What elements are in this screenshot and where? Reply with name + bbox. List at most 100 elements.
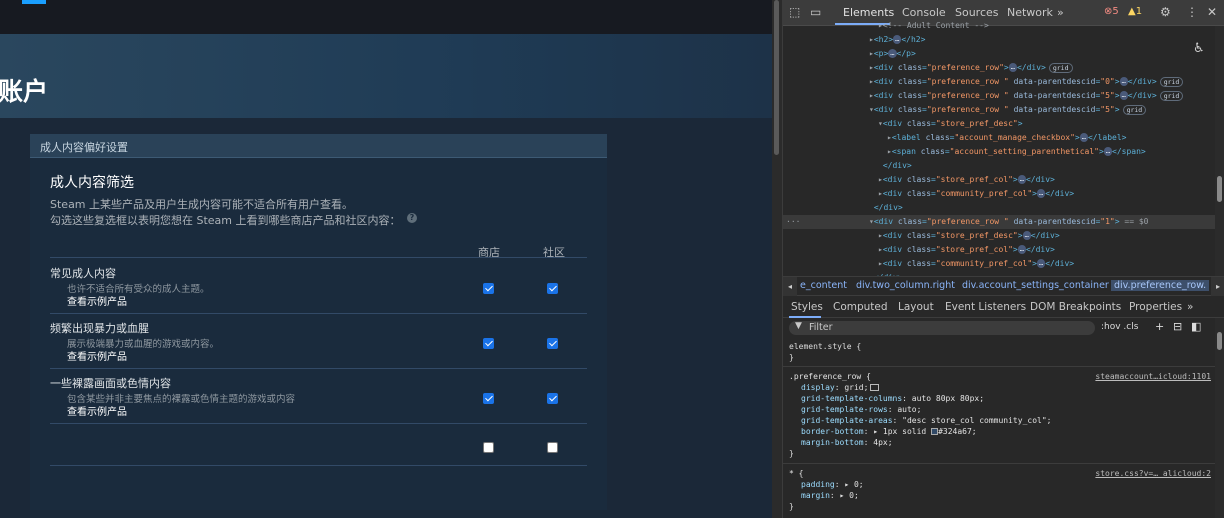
steam-page: 账户 成人内容偏好设置 成人内容筛选 Steam 上某些产品及用户生成内容可能不… [0,0,772,518]
grid-editor-icon[interactable] [870,384,880,391]
new-rule-icon[interactable]: + [1155,320,1164,333]
styles-scrollbar[interactable] [1215,318,1224,518]
css-declaration[interactable]: grid-template-rows: auto; [801,404,921,415]
view-examples-link[interactable]: 查看示例产品 [67,293,127,308]
page-scrollbar[interactable] [772,0,782,518]
dom-tree-scrollbar[interactable] [1215,26,1224,276]
breadcrumb: ◂ e_content div.two_column.right div.acc… [783,276,1224,296]
tab-properties[interactable]: Properties [1129,301,1182,313]
dom-node[interactable]: ▸<div class="preference_row " data-paren… [783,89,1215,103]
close-icon[interactable]: ✕ [1207,5,1217,19]
warning-count-badge[interactable]: ▲1 [1128,6,1142,17]
css-declaration[interactable]: grid-template-areas: "desc store_col com… [801,415,1051,426]
device-toolbar-icon[interactable]: ▭ [810,5,821,19]
rule-selector[interactable]: .preference_row { [789,372,871,381]
styles-scrollbar-thumb[interactable] [1217,332,1222,350]
section-description-1: Steam 上某些产品及用户生成内容可能不适合所有用户查看。 [50,198,354,211]
inspect-element-icon[interactable]: ⬚ [789,5,800,19]
dom-node[interactable]: ▾<div class="preference_row " data-paren… [783,103,1215,117]
tab-dom-breakpoints[interactable]: DOM Breakpoints [1030,301,1121,313]
dom-node[interactable]: ▸<div class="store_pref_col">… </div> [783,243,1215,257]
css-declaration[interactable]: display: grid; [801,382,880,393]
checkbox-store-row-0[interactable] [483,283,494,294]
rule-source-link[interactable]: store.css?v=…_alicloud:2 [1095,468,1211,479]
dom-node[interactable]: ▸<span class="account_setting_parentheti… [783,145,1215,159]
breadcrumb-item[interactable]: div.two_column.right [856,280,955,291]
dom-node[interactable]: </div> [783,159,1215,173]
warning-count: 1 [1135,6,1143,17]
dom-node[interactable]: </div> [783,201,1215,215]
devtools-panel: ⬚ ▭ Elements Console Sources Network » ⊗… [782,0,1224,518]
row-title: 常见成人内容 [50,267,116,280]
steam-logo-icon[interactable] [22,0,46,4]
row-title: 一些裸露画面或色情内容 [50,377,171,390]
dom-node[interactable]: ▸<div class="store_pref_desc">… </div> [783,229,1215,243]
steam-top-bar [0,0,772,34]
dom-node[interactable]: ▾<div class="store_pref_desc"> [783,117,1215,131]
computed-styles-icon[interactable]: ⊟ [1173,320,1182,333]
dom-tree[interactable]: ▸<!-- Adult Content --> ▸<h2>… </h2> ▸<p>… <… [783,21,1215,282]
checkbox-community-row-0[interactable] [547,283,558,294]
checkbox-community-row-1[interactable] [547,338,558,349]
dom-node[interactable]: ▸<div class="community_pref_col">… </div> [783,187,1215,201]
breadcrumb-item[interactable]: e_content [800,280,847,291]
view-examples-link[interactable]: 查看示例产品 [67,403,127,418]
css-declaration[interactable]: margin-bottom: 4px; [801,437,893,448]
breadcrumb-item[interactable]: div.account_settings_container [962,280,1109,291]
tab-layout[interactable]: Layout [898,301,934,313]
dom-node[interactable]: ▸<div class="store_pref_col">… </div> [783,173,1215,187]
error-count: 5 [1112,6,1119,17]
help-icon[interactable]: ? [407,213,417,223]
panel-header-label: 成人内容偏好设置 [40,141,128,154]
dom-node[interactable]: ▸<div class="preference_row " data-paren… [783,75,1215,89]
toggle-sidebar-icon[interactable]: ◧ [1191,320,1201,333]
css-declaration[interactable]: padding: ▸ 0; [801,479,864,490]
dom-node[interactable]: ▸<div class="community_pref_col">… </div> [783,257,1215,271]
more-style-tabs-icon[interactable]: » [1187,301,1193,313]
dom-tree-scrollbar-thumb[interactable] [1217,176,1222,202]
styles-filter-input[interactable] [789,321,1095,335]
page-scrollbar-thumb[interactable] [774,0,779,155]
checkbox-store-row-1[interactable] [483,338,494,349]
view-examples-link[interactable]: 查看示例产品 [67,348,127,363]
tab-network[interactable]: Network [1007,6,1053,19]
error-count-badge[interactable]: ⊗5 [1104,6,1119,17]
tab-computed[interactable]: Computed [833,301,888,313]
rule-close-brace: } [789,502,794,511]
tab-sources[interactable]: Sources [955,6,999,19]
checkbox-community-row-3[interactable] [547,442,558,453]
accessibility-icon[interactable]: ♿ [1193,41,1205,56]
filter-icon: ▼ [795,321,802,331]
tab-elements[interactable]: Elements [843,6,894,19]
breadcrumb-scroll-right-icon[interactable]: ▸ [1211,277,1224,296]
dom-node[interactable]: ▸<p>… </p> [783,47,1215,61]
checkbox-store-row-3[interactable] [483,442,494,453]
row-title: 频繁出现暴力或血腥 [50,322,149,335]
dom-node[interactable]: ▸<!-- Adult Content --> [783,19,1215,33]
css-declaration[interactable]: border-bottom: ▸ 1px solid #324a67; [801,426,977,437]
dom-node[interactable]: ▸<label class="account_manage_checkbox">… [783,131,1215,145]
dom-node[interactable]: ▸<div class="preference_row">… </div> grid [783,61,1215,75]
more-options-icon[interactable]: ⋮ [1186,5,1198,19]
tab-event-listeners[interactable]: Event Listeners [945,301,1026,313]
hov-cls-toggles[interactable]: :hov .cls [1101,322,1138,332]
tab-styles[interactable]: Styles [791,301,823,313]
element-style-selector[interactable]: element.style { [789,341,861,352]
css-declaration[interactable]: grid-template-columns: auto 80px 80px; [801,393,984,404]
settings-gear-icon[interactable]: ⚙ [1160,5,1171,19]
rule-close-brace: } [789,449,794,458]
rule-selector[interactable]: * { [789,469,803,478]
section-title: 成人内容筛选 [50,175,134,191]
breadcrumb-item-selected[interactable]: div.preference_row. [1111,280,1210,291]
checkbox-community-row-2[interactable] [547,393,558,404]
checkbox-store-row-2[interactable] [483,393,494,404]
tab-console[interactable]: Console [902,6,946,19]
css-declaration[interactable]: margin: ▸ 0; [801,490,859,501]
rule-source-link[interactable]: steamaccount…icloud:1101 [1095,371,1211,382]
dom-node[interactable]: ▸<h2>… </h2> [783,33,1215,47]
dom-node[interactable]: ··· ▾<div class="preference_row " data-pa… [783,215,1215,229]
breadcrumb-scroll-left-icon[interactable]: ◂ [783,277,797,296]
section-description-2: 勾选这些复选框以表明您想在 Steam 上看到哪些商店产品和社区内容： [50,214,401,227]
more-tabs-icon[interactable]: » [1057,6,1064,19]
page-title: 账户 [0,77,49,106]
